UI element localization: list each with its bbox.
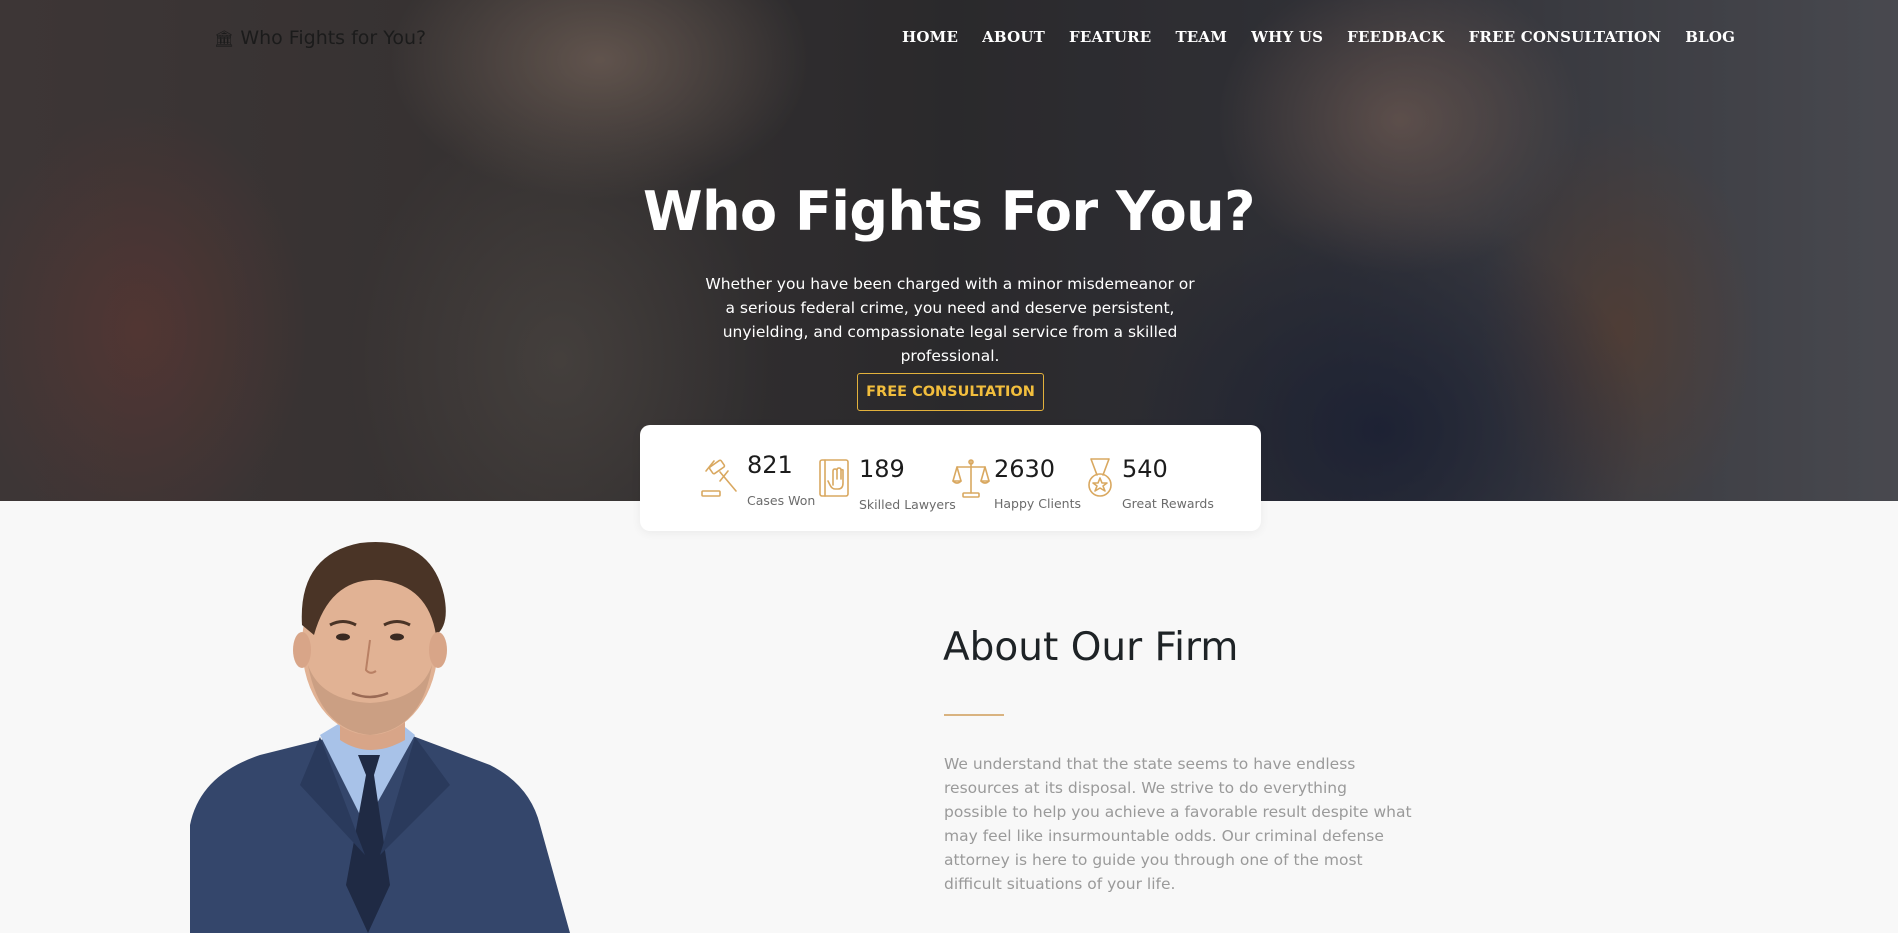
free-consultation-button[interactable]: FREE CONSULTATION — [857, 373, 1044, 411]
brand-name: Who Fights for You? — [240, 27, 427, 49]
gavel-icon — [701, 459, 737, 497]
stat-label: Great Rewards — [1122, 496, 1214, 511]
stat-value: 821 — [747, 451, 793, 479]
main-nav: HOME ABOUT FEATURE TEAM WHY US FEEDBACK … — [902, 28, 1759, 46]
scales-icon — [952, 459, 990, 498]
nav-why-us[interactable]: WHY US — [1251, 28, 1323, 46]
medal-icon — [1088, 458, 1112, 497]
hero-subtitle: Whether you have been charged with a min… — [705, 275, 1195, 365]
stat-value: 189 — [859, 455, 905, 483]
brand-logo[interactable]: 🏛 Who Fights for You? — [214, 27, 426, 49]
about-divider — [944, 714, 1004, 716]
law-book-icon — [819, 459, 849, 497]
about-text: We understand that the state seems to ha… — [944, 755, 1412, 893]
lawyer-portrait-image — [190, 542, 570, 933]
stat-label: Skilled Lawyers — [859, 497, 956, 512]
stat-label: Happy Clients — [994, 496, 1081, 511]
hero-title: Who Fights For You? — [643, 180, 1255, 243]
stats-card: 821 Cases Won 189 Skilled Lawyers 2630 H… — [640, 425, 1261, 531]
nav-feedback[interactable]: FEEDBACK — [1347, 28, 1444, 46]
stat-value: 540 — [1122, 455, 1168, 483]
nav-free-consultation[interactable]: FREE CONSULTATION — [1469, 28, 1662, 46]
bank-icon: 🏛 — [214, 28, 235, 48]
stat-value: 2630 — [994, 455, 1056, 483]
nav-home[interactable]: HOME — [902, 28, 958, 46]
nav-team[interactable]: TEAM — [1175, 28, 1227, 46]
nav-about[interactable]: ABOUT — [982, 28, 1045, 46]
about-title: About Our Firm — [943, 625, 1239, 670]
stat-label: Cases Won — [747, 493, 816, 508]
nav-feature[interactable]: FEATURE — [1069, 28, 1151, 46]
nav-blog[interactable]: BLOG — [1685, 28, 1735, 46]
